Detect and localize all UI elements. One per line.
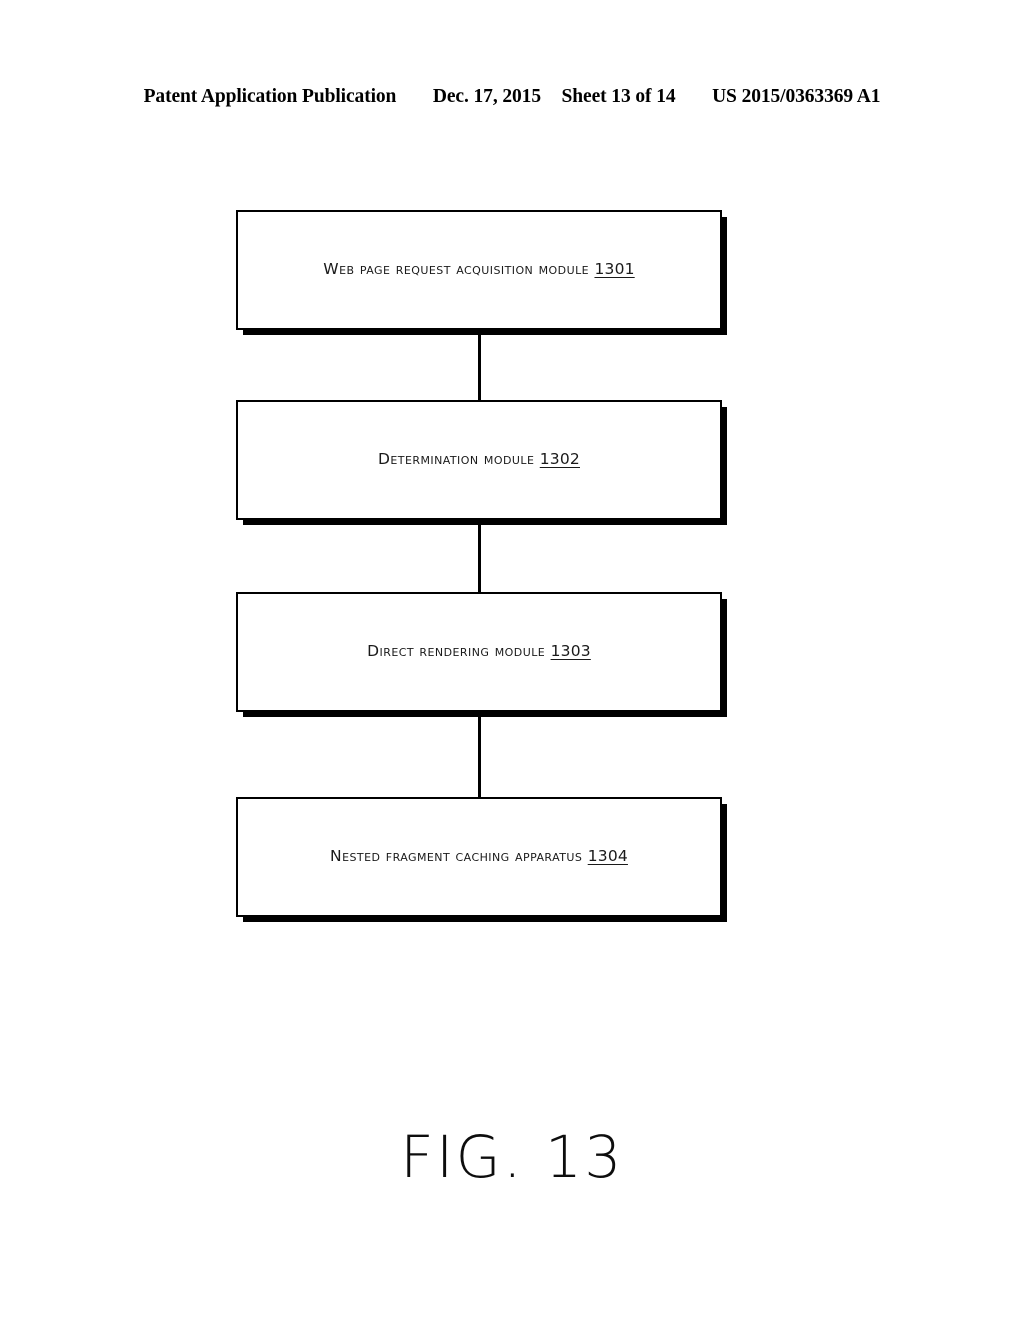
flow-box-1303-reference: 1303 [550, 642, 591, 661]
figure-caption: FIG. 13 [400, 1123, 624, 1191]
connector-1301-to-1302 [478, 330, 481, 402]
flow-box-1302-reference: 1302 [539, 450, 580, 469]
connector-1302-to-1303 [478, 520, 481, 594]
flow-box-1304: Nested fragment caching apparatus 1304 [236, 797, 722, 917]
flow-box-1302-label: Determination module 1302 [378, 450, 580, 469]
flow-box-1301: Web page request acquisition module 1301 [236, 210, 722, 330]
flow-box-1304-label: Nested fragment caching apparatus 1304 [330, 847, 628, 866]
flow-box-1303: Direct rendering module 1303 [236, 592, 722, 712]
flow-box-1303-label: Direct rendering module 1303 [367, 642, 591, 661]
flow-box-1301-label: Web page request acquisition module 1301 [323, 260, 635, 279]
flow-box-1301-reference: 1301 [594, 260, 635, 279]
figure-block-diagram: Web page request acquisition module 1301… [0, 0, 1024, 1320]
connector-1303-to-1304 [478, 712, 481, 800]
flow-box-1302: Determination module 1302 [236, 400, 722, 520]
flow-box-1304-reference: 1304 [587, 847, 628, 866]
